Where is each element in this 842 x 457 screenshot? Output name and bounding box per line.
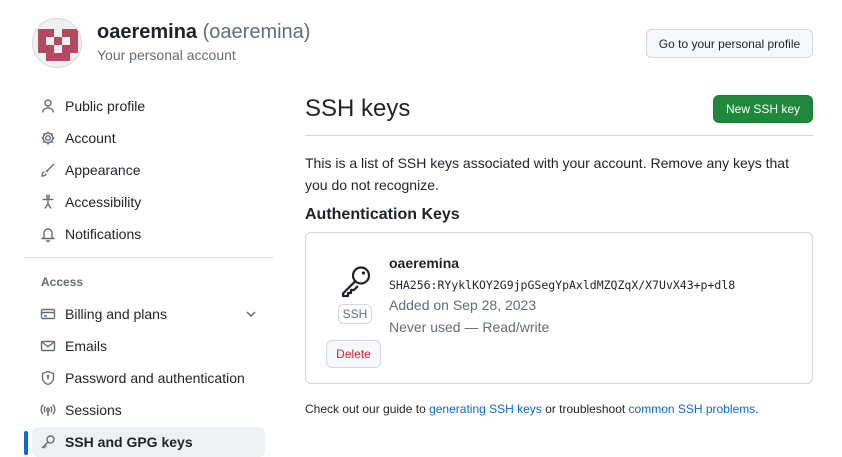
delete-key-button[interactable]: Delete [326, 340, 381, 368]
key-icon [40, 434, 56, 450]
go-to-profile-button[interactable]: Go to your personal profile [646, 29, 813, 58]
sidebar-item-emails[interactable]: Emails [32, 331, 265, 361]
gear-icon [40, 130, 56, 146]
sidebar-item-account[interactable]: Account [32, 123, 265, 153]
chevron-down-icon[interactable] [243, 306, 259, 322]
sidebar-item-accessibility[interactable]: Accessibility [32, 187, 265, 217]
sidebar-item-label: Account [65, 130, 116, 146]
mail-icon [40, 338, 56, 354]
sidebar-item-label: Sessions [65, 402, 122, 418]
sidebar-item-label: Public profile [65, 98, 146, 114]
bell-icon [40, 226, 56, 242]
new-ssh-key-button[interactable]: New SSH key [713, 95, 813, 123]
display-name: oaeremina [97, 21, 198, 43]
ssh-key-list: SSH Delete oaeremina SHA256:RYyklKOY2G9j… [305, 232, 813, 384]
key-type-badge: SSH [338, 304, 372, 324]
avatar[interactable] [32, 18, 82, 68]
sidebar-item-password[interactable]: Password and authentication [32, 363, 265, 393]
page-description: This is a list of SSH keys associated wi… [305, 155, 789, 193]
account-name[interactable]: oaeremina (oaeremina) [97, 21, 310, 44]
sidebar-item-sessions[interactable]: Sessions [32, 395, 265, 425]
common-ssh-problems-link[interactable]: common SSH problems [629, 402, 756, 416]
sidebar-heading-access: Access [41, 275, 84, 289]
sidebar-item-label: Emails [65, 338, 108, 354]
key-icon [339, 264, 373, 298]
sidebar-item-notifications[interactable]: Notifications [32, 219, 265, 249]
help-text: . [755, 402, 759, 416]
sidebar-item-label: Billing and plans [65, 306, 167, 322]
sidebar-item-label: Appearance [65, 162, 141, 178]
generating-ssh-keys-link[interactable]: generating SSH keys [429, 402, 542, 416]
login-name: (oaeremina) [202, 21, 311, 43]
accessibility-icon [40, 194, 56, 210]
sidebar-item-label: Notifications [65, 226, 142, 242]
sidebar-item-label: Password and authentication [65, 370, 245, 386]
sidebar-item-label: Accessibility [65, 194, 142, 210]
key-title: oaeremina [389, 255, 460, 271]
sidebar-item-appearance[interactable]: Appearance [32, 155, 265, 185]
sidebar-item-public-profile[interactable]: Public profile [32, 91, 265, 121]
page-title: SSH keys [305, 95, 411, 122]
sidebar-item-ssh-gpg-keys[interactable]: SSH and GPG keys [32, 427, 265, 457]
key-usage: Never used — Read/write [389, 319, 550, 335]
help-text: Check out our guide to [305, 402, 430, 416]
person-icon [40, 98, 56, 114]
section-title-authentication-keys: Authentication Keys [305, 206, 460, 223]
key-added-date: Added on Sep 28, 2023 [389, 297, 537, 313]
sidebar-item-billing[interactable]: Billing and plans [32, 299, 265, 329]
account-subtitle: Your personal account [97, 47, 236, 63]
paintbrush-icon [40, 162, 56, 178]
help-text: or troubleshoot [541, 402, 629, 416]
credit-card-icon [40, 306, 56, 322]
help-note: Check out our guide to generating SSH ke… [305, 402, 759, 416]
sidebar-item-label: SSH and GPG keys [65, 434, 193, 450]
title-divider [305, 135, 813, 136]
shield-lock-icon [40, 370, 56, 386]
key-fingerprint: SHA256:RYyklKOY2G9jpGSegYpAxldMZQZqX/X7U… [389, 278, 736, 292]
sidebar-divider [24, 257, 273, 258]
broadcast-icon [40, 402, 56, 418]
active-indicator [24, 431, 28, 455]
